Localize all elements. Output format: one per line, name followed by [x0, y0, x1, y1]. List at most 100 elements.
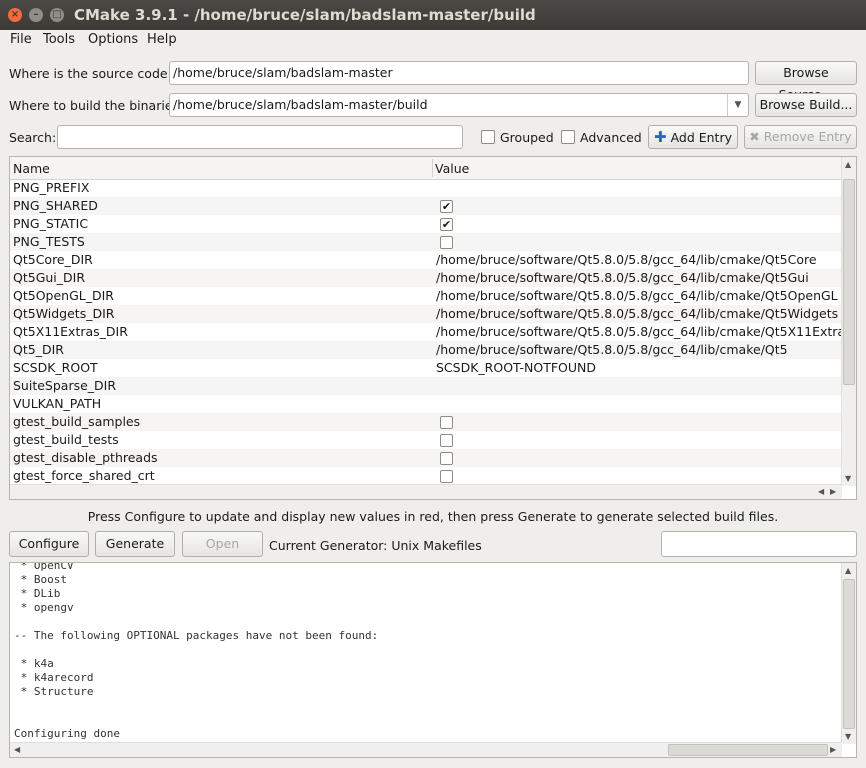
- cache-entry-checkbox[interactable]: [440, 470, 453, 483]
- scroll-up-icon[interactable]: ▲: [845, 160, 851, 169]
- table-row[interactable]: PNG_STATIC ✔: [10, 215, 842, 233]
- advanced-label: Advanced: [580, 130, 642, 145]
- log-line: * Boost: [14, 573, 67, 586]
- chevron-down-icon[interactable]: ▼: [727, 94, 748, 116]
- cache-entry-value[interactable]: /home/bruce/software/Qt5.8.0/5.8/gcc_64/…: [436, 252, 817, 267]
- cache-entry-checkbox[interactable]: [440, 416, 453, 429]
- cache-entry-checkbox[interactable]: ✔: [440, 200, 453, 213]
- table-header: Name Value: [10, 157, 842, 180]
- build-path-value: /home/bruce/slam/badslam-master/build: [173, 97, 428, 112]
- column-header-name[interactable]: Name: [13, 161, 50, 176]
- table-row[interactable]: PNG_TESTS: [10, 233, 842, 251]
- scroll-left-icon[interactable]: ◀: [818, 487, 824, 496]
- cache-entry-name: Qt5OpenGL_DIR: [13, 288, 114, 303]
- cache-entry-checkbox[interactable]: [440, 452, 453, 465]
- column-header-value[interactable]: Value: [435, 161, 469, 176]
- cache-entry-value[interactable]: /home/bruce/software/Qt5.8.0/5.8/gcc_64/…: [436, 324, 852, 339]
- log-scroll-down-icon[interactable]: ▼: [845, 732, 851, 741]
- cache-entry-checkbox[interactable]: ✔: [440, 218, 453, 231]
- table-row[interactable]: gtest_disable_pthreads: [10, 449, 842, 467]
- table-row[interactable]: SCSDK_ROOT SCSDK_ROOT-NOTFOUND: [10, 359, 842, 377]
- browse-build-button[interactable]: Browse Build...: [755, 93, 857, 117]
- log-line: -- The following OPTIONAL packages have …: [14, 629, 379, 642]
- output-log[interactable]: * OpenCV * Boost * DLib * opengv -- The f…: [9, 562, 857, 758]
- table-row[interactable]: Qt5OpenGL_DIR/home/bruce/software/Qt5.8.…: [10, 287, 842, 305]
- table-row[interactable]: PNG_PREFIX: [10, 179, 842, 197]
- log-vertical-scrollbar[interactable]: ▲ ▼: [841, 563, 856, 744]
- source-path-input[interactable]: /home/bruce/slam/badslam-master: [169, 61, 749, 85]
- log-scroll-up-icon[interactable]: ▲: [845, 566, 851, 575]
- cache-entry-name: Qt5Widgets_DIR: [13, 306, 115, 321]
- open-project-button[interactable]: Open Project: [182, 531, 263, 575]
- search-input[interactable]: [57, 125, 463, 149]
- table-row[interactable]: SuiteSparse_DIR: [10, 377, 842, 395]
- cache-entry-value[interactable]: /home/bruce/software/Qt5.8.0/5.8/gcc_64/…: [436, 342, 788, 357]
- menu-options[interactable]: Options: [88, 32, 138, 47]
- table-vscroll-thumb[interactable]: [843, 179, 855, 385]
- cache-entry-value[interactable]: /home/bruce/software/Qt5.8.0/5.8/gcc_64/…: [436, 270, 809, 285]
- table-row[interactable]: gtest_build_tests: [10, 431, 842, 449]
- add-entry-label: Add Entry: [670, 130, 732, 145]
- add-entry-button[interactable]: ✚ Add Entry: [648, 125, 738, 149]
- table-row[interactable]: Qt5Widgets_DIR/home/bruce/software/Qt5.8…: [10, 305, 842, 323]
- generate-button[interactable]: Generate: [95, 531, 175, 557]
- log-hscroll-thumb[interactable]: [668, 744, 828, 756]
- advanced-checkbox[interactable]: [561, 130, 575, 144]
- title-bar: × – □ CMake 3.9.1 - /home/bruce/slam/bad…: [0, 0, 866, 30]
- close-window-button[interactable]: ×: [8, 8, 22, 22]
- table-vertical-scrollbar[interactable]: ▲ ▼: [841, 157, 856, 486]
- table-row[interactable]: Qt5_DIR/home/bruce/software/Qt5.8.0/5.8/…: [10, 341, 842, 359]
- log-scroll-left-icon[interactable]: ◀: [14, 745, 20, 754]
- table-horizontal-scrollbar[interactable]: ◀ ▶: [10, 484, 842, 499]
- source-label: Where is the source code:: [9, 66, 172, 81]
- cache-entry-name: PNG_SHARED: [13, 198, 98, 213]
- cache-entry-name: Qt5Gui_DIR: [13, 270, 86, 285]
- cache-entry-name: VULKAN_PATH: [13, 396, 102, 411]
- configure-button[interactable]: Configure: [9, 531, 89, 557]
- grouped-label: Grouped: [500, 130, 554, 145]
- cache-entry-checkbox[interactable]: [440, 236, 453, 249]
- remove-entry-button[interactable]: ✖ Remove Entry: [744, 125, 857, 149]
- scroll-right-icon[interactable]: ▶: [830, 487, 836, 496]
- table-rows: PNG_PREFIX PNG_SHARED ✔ PNG_STATIC ✔ PNG_TEST…: [10, 179, 852, 485]
- log-line: * DLib: [14, 587, 61, 600]
- table-row[interactable]: PNG_SHARED ✔: [10, 197, 842, 215]
- log-horizontal-scrollbar[interactable]: ◀ ▶: [10, 742, 842, 757]
- log-vscroll-thumb[interactable]: [843, 579, 855, 729]
- cache-entry-value[interactable]: /home/bruce/software/Qt5.8.0/5.8/gcc_64/…: [436, 306, 838, 321]
- table-row[interactable]: VULKAN_PATH: [10, 395, 842, 413]
- log-line: * k4a: [14, 657, 54, 670]
- cache-entry-checkbox[interactable]: [440, 434, 453, 447]
- table-row[interactable]: Qt5Gui_DIR/home/bruce/software/Qt5.8.0/5…: [10, 269, 842, 287]
- cache-entry-name: SuiteSparse_DIR: [13, 378, 117, 393]
- window-title: CMake 3.9.1 - /home/bruce/slam/badslam-m…: [74, 6, 536, 24]
- output-log-text: * OpenCV * Boost * DLib * opengv -- The f…: [14, 563, 379, 755]
- browse-source-button[interactable]: Browse Source...: [755, 61, 857, 102]
- menu-help[interactable]: Help: [147, 32, 177, 47]
- scroll-down-icon[interactable]: ▼: [845, 474, 851, 483]
- grouped-checkbox[interactable]: [481, 130, 495, 144]
- build-label: Where to build the binaries:: [9, 98, 184, 113]
- cache-entry-name: Qt5_DIR: [13, 342, 64, 357]
- maximize-window-button[interactable]: □: [50, 8, 64, 22]
- cache-entry-value[interactable]: /home/bruce/software/Qt5.8.0/5.8/gcc_64/…: [436, 288, 838, 303]
- cache-entry-value[interactable]: SCSDK_ROOT-NOTFOUND: [436, 360, 596, 375]
- table-row[interactable]: Qt5X11Extras_DIR/home/bruce/software/Qt5…: [10, 323, 852, 341]
- log-scroll-right-icon[interactable]: ▶: [830, 745, 836, 754]
- column-divider[interactable]: [432, 159, 433, 177]
- table-row[interactable]: gtest_force_shared_crt: [10, 467, 842, 485]
- minimize-window-button[interactable]: –: [29, 8, 43, 22]
- cache-table[interactable]: Name Value PNG_PREFIX PNG_SHARED ✔ PNG_STAT…: [9, 156, 857, 500]
- cache-entry-name: Qt5Core_DIR: [13, 252, 93, 267]
- table-row[interactable]: Qt5Core_DIR/home/bruce/software/Qt5.8.0/…: [10, 251, 842, 269]
- build-path-combobox[interactable]: /home/bruce/slam/badslam-master/build ▼: [169, 93, 749, 117]
- current-generator-text: Current Generator: Unix Makefiles: [269, 538, 482, 553]
- table-row[interactable]: gtest_build_samples: [10, 413, 842, 431]
- log-line: * opengv: [14, 601, 74, 614]
- menu-tools[interactable]: Tools: [43, 32, 75, 47]
- plus-icon: ✚: [654, 128, 667, 146]
- menu-file[interactable]: File: [10, 32, 32, 47]
